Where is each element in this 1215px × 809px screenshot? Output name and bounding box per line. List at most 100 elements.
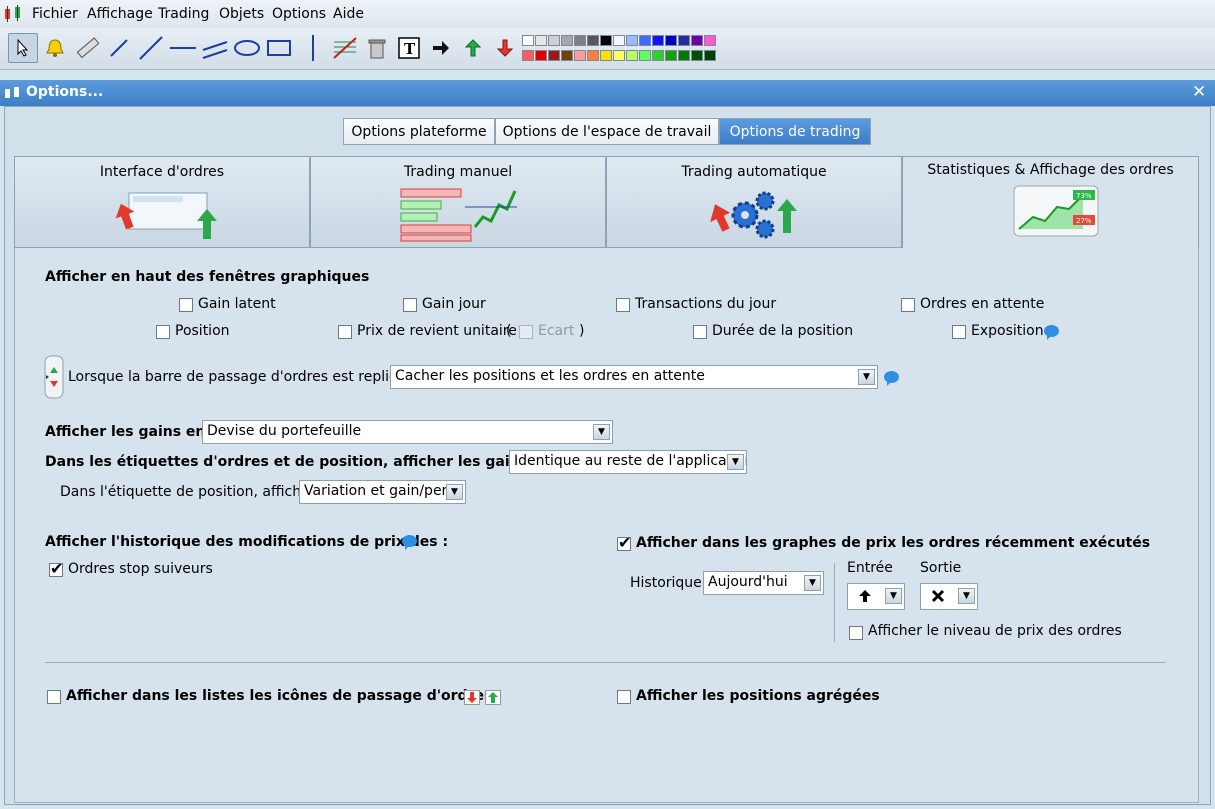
cursor-icon[interactable] <box>8 33 38 63</box>
color-swatch[interactable] <box>652 35 664 46</box>
color-swatch[interactable] <box>600 50 612 61</box>
label-gains-en: Afficher les gains en : <box>45 424 216 440</box>
color-swatch[interactable] <box>639 50 651 61</box>
color-swatch[interactable] <box>665 50 677 61</box>
checkbox-ecart[interactable] <box>519 325 533 339</box>
menu-fichier[interactable]: Fichier <box>32 6 78 22</box>
tab-statistiques-affichage[interactable]: Statistiques & Affichage des ordres 73% … <box>902 156 1199 250</box>
checkbox-gain-latent[interactable] <box>179 298 193 312</box>
color-swatch[interactable] <box>574 50 586 61</box>
manual-trading-icon <box>400 188 517 242</box>
color-swatch[interactable] <box>626 35 638 46</box>
color-swatch[interactable] <box>561 50 573 61</box>
info-bubble-icon[interactable] <box>402 535 417 550</box>
color-swatch[interactable] <box>522 50 534 61</box>
select-historique-value: Aujourd'hui <box>708 574 788 590</box>
select-entree-symbol[interactable]: ▼ <box>847 583 905 610</box>
color-swatch[interactable] <box>626 50 638 61</box>
text-icon[interactable]: T <box>394 33 424 63</box>
select-historique[interactable]: Aujourd'hui ▼ <box>703 571 824 595</box>
menu-options[interactable]: Options <box>272 6 326 22</box>
rectangle-icon[interactable] <box>264 33 294 63</box>
app-logo-icon <box>5 5 20 22</box>
menu-trading[interactable]: Trading <box>158 6 209 22</box>
arrow-up-icon[interactable] <box>458 33 488 63</box>
checkbox-positions-agregees[interactable] <box>617 690 631 704</box>
checkbox-duree-position[interactable] <box>693 325 707 339</box>
bell-icon[interactable] <box>40 33 70 63</box>
chevron-down-icon: ▼ <box>804 575 821 591</box>
color-swatch[interactable] <box>678 35 690 46</box>
color-swatch[interactable] <box>600 35 612 46</box>
label-etiquette-position: Dans l'étiquette de position, afficher : <box>60 484 325 500</box>
color-swatch[interactable] <box>535 50 547 61</box>
arrow-right-icon[interactable] <box>426 33 456 63</box>
color-swatch[interactable] <box>639 35 651 46</box>
ellipse-icon[interactable] <box>232 33 262 63</box>
menu-objets[interactable]: Objets <box>219 6 264 22</box>
line-icon[interactable] <box>136 33 166 63</box>
close-icon[interactable]: ✕ <box>1192 82 1206 102</box>
color-swatch[interactable] <box>613 50 625 61</box>
checkbox-ordres-attente[interactable] <box>901 298 915 312</box>
checkbox-position[interactable] <box>156 325 170 339</box>
color-swatch[interactable] <box>561 35 573 46</box>
chevron-down-icon: ▼ <box>727 454 744 470</box>
checkbox-prix-revient[interactable] <box>338 325 352 339</box>
channel-icon[interactable] <box>200 33 230 63</box>
checkbox-exposition[interactable] <box>952 325 966 339</box>
color-swatch[interactable] <box>691 50 703 61</box>
checkbox-icones-passage-ordres[interactable] <box>47 690 61 704</box>
order-bar-collapse-icon[interactable] <box>44 355 64 399</box>
select-gains-en[interactable]: Devise du portefeuille ▼ <box>202 420 613 444</box>
checkbox-ordres-stop-suiveurs[interactable] <box>49 559 63 578</box>
color-swatch[interactable] <box>665 35 677 46</box>
horizontal-line-icon[interactable] <box>168 33 198 63</box>
info-bubble-icon[interactable] <box>1044 325 1059 340</box>
section-heading-fenetres: Afficher en haut des fenêtres graphiques <box>45 269 370 285</box>
tab-options-plateforme[interactable]: Options plateforme <box>343 118 495 145</box>
color-swatch[interactable] <box>691 35 703 46</box>
tab-trading-automatique[interactable]: Trading automatique <box>606 156 902 248</box>
fibonacci-icon[interactable] <box>330 33 360 63</box>
segment-icon[interactable] <box>104 33 134 63</box>
arrow-up-icon <box>859 590 871 602</box>
select-sortie-symbol[interactable]: ▼ <box>920 583 978 610</box>
color-swatch[interactable] <box>704 35 716 46</box>
select-etiquette-position-value: Variation et gain/perte <box>304 483 462 499</box>
color-swatch[interactable] <box>704 50 716 61</box>
checkbox-ordres-executes[interactable] <box>617 533 631 552</box>
dialog-app-icon <box>5 87 19 98</box>
select-etiquette-position[interactable]: Variation et gain/perte ▼ <box>299 480 466 504</box>
color-swatch[interactable] <box>535 35 547 46</box>
label-etiquettes-gains: Dans les étiquettes d'ordres et de posit… <box>45 454 563 470</box>
tab-trading-manuel[interactable]: Trading manuel <box>310 156 606 248</box>
color-swatch[interactable] <box>548 35 560 46</box>
select-etiquettes-gains[interactable]: Identique au reste de l'application ▼ <box>509 450 747 474</box>
checkbox-niveau-prix[interactable] <box>849 626 863 640</box>
checkbox-gain-jour[interactable] <box>403 298 417 312</box>
menu-affichage[interactable]: Affichage <box>87 6 153 22</box>
arrow-down-icon[interactable] <box>490 33 520 63</box>
vertical-line-icon[interactable] <box>298 33 328 63</box>
color-swatch[interactable] <box>652 50 664 61</box>
select-gains-en-value: Devise du portefeuille <box>207 423 362 439</box>
tab-options-trading[interactable]: Options de trading <box>719 118 871 145</box>
tab-interface-ordres[interactable]: Interface d'ordres <box>14 156 310 248</box>
statistics-chart-icon: 73% 27% <box>1013 185 1099 237</box>
color-swatch[interactable] <box>548 50 560 61</box>
color-swatch[interactable] <box>522 35 534 46</box>
select-barre-repliee[interactable]: Cacher les positions et les ordres en at… <box>390 365 878 389</box>
checkbox-transactions-jour[interactable] <box>616 298 630 312</box>
trash-icon[interactable] <box>362 33 392 63</box>
color-swatch[interactable] <box>574 35 586 46</box>
color-swatch[interactable] <box>587 35 599 46</box>
color-swatch[interactable] <box>678 50 690 61</box>
tab-trading-automatique-label: Trading automatique <box>681 164 827 180</box>
color-swatch[interactable] <box>587 50 599 61</box>
color-swatch[interactable] <box>613 35 625 46</box>
menu-aide[interactable]: Aide <box>333 6 364 22</box>
ruler-icon[interactable] <box>72 33 102 63</box>
tab-options-espace-travail[interactable]: Options de l'espace de travail <box>495 118 719 145</box>
info-bubble-icon[interactable] <box>884 371 899 386</box>
